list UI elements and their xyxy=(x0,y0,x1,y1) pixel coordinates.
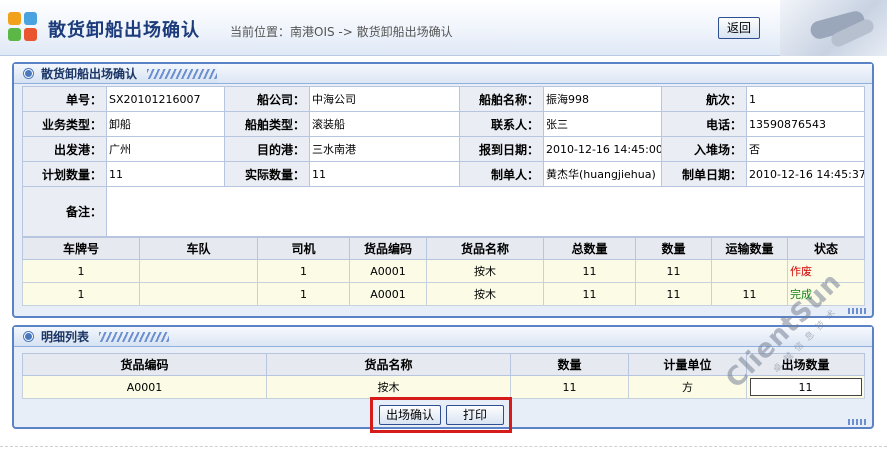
field-value: 否 xyxy=(746,136,865,162)
confirm-exit-button[interactable]: 出场确认 xyxy=(379,405,441,425)
table-cell: 11 xyxy=(635,259,712,283)
field-value: 13590876543 xyxy=(746,111,865,137)
handshake-banner-image xyxy=(780,0,887,56)
print-button[interactable]: 打印 xyxy=(446,405,504,425)
field-value: 2010-12-16 14:45:37 xyxy=(746,161,865,187)
detail-panel-title: 明细列表 xyxy=(41,330,90,344)
confirm-panel-header: 散货卸船出场确认 xyxy=(14,64,218,84)
table-cell xyxy=(139,259,258,283)
field-label: 实际数量： xyxy=(224,161,310,187)
table-cell: 1 xyxy=(22,282,140,306)
field-value: 卸船 xyxy=(106,111,225,137)
field-value: 振海998 xyxy=(543,86,662,112)
field-value: 1 xyxy=(746,86,865,112)
breadcrumb: 当前位置：南港OIS -> 散货卸船出场确认 xyxy=(230,25,453,39)
field-label: 业务类型： xyxy=(22,111,107,137)
table-cell: 1 xyxy=(22,259,140,283)
field-value: 2010-12-16 14:45:00 xyxy=(543,136,662,162)
field-label: 船公司： xyxy=(224,86,310,112)
field-value: SX20101216007 xyxy=(106,86,225,112)
app-logo-icon xyxy=(8,12,40,42)
column-header: 运输数量 xyxy=(711,237,788,260)
hatch-decoration-icon xyxy=(99,331,170,342)
column-header: 货品编码 xyxy=(22,353,267,376)
info-row: 出发港： 广州 目的港： 三水南港 报到日期： 2010-12-16 14:45:00 入堆… xyxy=(22,136,865,162)
field-value: 广州 xyxy=(106,136,225,162)
table-cell xyxy=(711,259,788,283)
confirm-panel-title: 散货卸船出场确认 xyxy=(41,67,138,81)
field-label: 报到日期： xyxy=(459,136,544,162)
info-row: 业务类型： 卸船 船舶类型： 滚装船 联系人： 张三 电话： 13590876543 xyxy=(22,111,865,137)
table-cell: 按木 xyxy=(426,282,544,306)
panel-bullet-icon xyxy=(24,332,33,341)
field-label: 出发港： xyxy=(22,136,107,162)
table-cell: 11 xyxy=(635,282,712,306)
field-value: 黄杰华(huangjiehua) xyxy=(543,161,662,187)
confirm-panel: 散货卸船出场确认 单号： SX20101216007 船公司： 中海公司 船舶名称： 振海… xyxy=(12,62,874,318)
table-cell xyxy=(139,282,258,306)
field-label: 入堆场： xyxy=(661,136,747,162)
back-button[interactable]: 返回 xyxy=(718,17,760,39)
action-highlight-box: 出场确认 打印 xyxy=(370,397,512,433)
order-info-table: 单号： SX20101216007 船公司： 中海公司 船舶名称： 振海998 航次： 1 业务… xyxy=(22,86,865,237)
vehicle-record-table: 车牌号 车队 司机 货品编码 货品名称 总数量 数量 运输数量 状态 1 1 A0001 按木 11 11… xyxy=(22,237,865,306)
column-header: 状态 xyxy=(787,237,865,260)
table-cell: 11 xyxy=(543,259,636,283)
field-label: 计划数量： xyxy=(22,161,107,187)
column-header: 车队 xyxy=(139,237,258,260)
column-header: 货品名称 xyxy=(426,237,544,260)
table-cell: 按木 xyxy=(426,259,544,283)
page-title: 散货卸船出场确认 xyxy=(48,20,200,41)
table-cell: 1 xyxy=(257,259,350,283)
table-row: 1 1 A0001 按木 11 11 11 完成 xyxy=(22,282,865,306)
field-label: 航次： xyxy=(661,86,747,112)
info-row: 单号： SX20101216007 船公司： 中海公司 船舶名称： 振海998 航次： 1 xyxy=(22,86,865,112)
remark-label: 备注： xyxy=(22,186,107,237)
field-label: 制单人： xyxy=(459,161,544,187)
field-value: 张三 xyxy=(543,111,662,137)
field-label: 船舶名称： xyxy=(459,86,544,112)
remark-value xyxy=(106,186,865,237)
field-label: 联系人： xyxy=(459,111,544,137)
table-cell: 11 xyxy=(510,375,629,399)
table-cell: A0001 xyxy=(349,259,427,283)
field-value: 滚装船 xyxy=(309,111,460,137)
hatch-decoration-icon xyxy=(147,68,218,79)
field-value: 11 xyxy=(106,161,225,187)
detail-panel-header: 明细列表 xyxy=(14,327,170,347)
column-header: 货品编码 xyxy=(349,237,427,260)
page-bottom-edge xyxy=(0,446,887,458)
remark-row: 备注： xyxy=(22,186,865,237)
table-cell: A0001 xyxy=(22,375,267,399)
column-header: 数量 xyxy=(635,237,712,260)
table-cell: A0001 xyxy=(349,282,427,306)
column-header: 总数量 xyxy=(543,237,636,260)
info-row: 计划数量： 11 实际数量： 11 制单人： 黄杰华(huangjiehua) 制单日期： 2… xyxy=(22,161,865,187)
field-label: 制单日期： xyxy=(661,161,747,187)
table-row: 1 1 A0001 按木 11 11 作废 xyxy=(22,259,865,283)
field-value: 11 xyxy=(309,161,460,187)
field-label: 船舶类型： xyxy=(224,111,310,137)
table-cell: 按木 xyxy=(266,375,511,399)
field-label: 目的港： xyxy=(224,136,310,162)
field-value: 中海公司 xyxy=(309,86,460,112)
table-cell: 11 xyxy=(711,282,788,306)
column-header: 数量 xyxy=(510,353,629,376)
field-label: 单号： xyxy=(22,86,107,112)
page-header: 散货卸船出场确认 当前位置：南港OIS -> 散货卸船出场确认 返回 xyxy=(0,0,887,56)
field-value: 三水南港 xyxy=(309,136,460,162)
field-label: 电话： xyxy=(661,111,747,137)
column-header: 司机 xyxy=(257,237,350,260)
resize-grip-icon xyxy=(848,419,868,425)
table-cell: 1 xyxy=(257,282,350,306)
table-cell: 11 xyxy=(543,282,636,306)
column-header: 货品名称 xyxy=(266,353,511,376)
panel-bullet-icon xyxy=(24,69,33,78)
column-header: 车牌号 xyxy=(22,237,140,260)
